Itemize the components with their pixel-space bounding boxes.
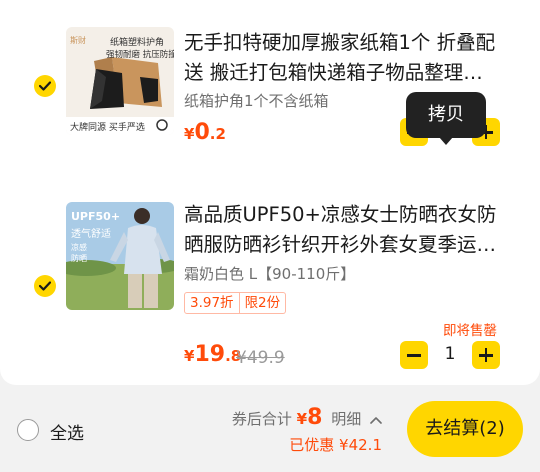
tooltip-arrow	[439, 137, 453, 145]
thumb-caption: 强韧耐磨 抗压防撞	[106, 50, 174, 60]
price-integer: 19	[194, 342, 226, 367]
increase-button[interactable]	[472, 341, 500, 369]
sku-selector[interactable]: 纸箱护角1个不含纸箱	[184, 90, 329, 111]
item-checkbox[interactable]	[34, 75, 56, 97]
minus-icon	[407, 354, 421, 357]
quantity-stepper: 1	[400, 341, 500, 369]
total-label: 券后合计	[231, 410, 292, 428]
copy-label: 拷贝	[428, 104, 464, 125]
original-price: ¥49.9	[236, 348, 285, 368]
thumb-caption: 纸箱塑料护角	[110, 38, 165, 48]
price: ¥0.2	[184, 120, 226, 145]
sku-selector[interactable]: 霜奶白色 L【90-110斤】	[184, 263, 355, 284]
thumb-banner: 大牌同源 买手严选	[70, 123, 145, 133]
price: ¥19.8	[184, 342, 241, 367]
thumb-badge: UPF50+	[71, 210, 121, 223]
price-decimal: .2	[209, 125, 226, 143]
price-integer: 0	[194, 120, 210, 145]
product-title[interactable]: 高品质UPF50+凉感女士防晒衣女防晒服防晒衫针织开衫外套女夏季运…	[184, 200, 502, 260]
quantity-value[interactable]: 1	[428, 344, 472, 364]
thumb-caption: 防晒	[71, 254, 87, 263]
copy-tooltip[interactable]: 拷贝	[406, 92, 486, 145]
discount-tag: 3.97折	[184, 292, 240, 314]
total-number: 8	[307, 405, 323, 430]
item-checkbox[interactable]	[34, 275, 56, 297]
checkout-button[interactable]: 去结算(2)	[407, 401, 523, 457]
select-all-label[interactable]: 全选	[50, 419, 84, 444]
select-all-radio[interactable]	[17, 419, 39, 441]
chevron-up-icon[interactable]	[370, 416, 382, 424]
thumb-brand: 斯财	[70, 36, 86, 45]
thumb-caption: 凉感	[71, 243, 87, 252]
total-currency: ¥	[296, 410, 308, 428]
price-currency: ¥	[184, 347, 195, 365]
total-amount: ¥8	[296, 405, 323, 430]
checkout-bar: 全选 券后合计 ¥8 明细 已优惠 ¥42.1 去结算(2)	[0, 385, 540, 472]
limit-tag: 限2份	[239, 292, 287, 314]
promo-tags: 3.97折 限2份	[184, 292, 287, 314]
cart-item: UPF50+ 透气舒适 凉感 防晒 高品质UPF50+凉感女士防晒衣女防晒服防晒…	[0, 196, 540, 376]
decrease-button[interactable]	[400, 341, 428, 369]
total-summary[interactable]: 券后合计 ¥8 明细	[232, 405, 382, 430]
checkmark-icon	[39, 81, 51, 91]
selling-out-notice: 即将售罄	[443, 323, 497, 339]
cart-panel: 纸箱塑料护角 强韧耐磨 抗压防撞 斯财 大牌同源 买手严选 无手扣特硬加厚搬家纸…	[0, 0, 540, 385]
product-title[interactable]: 无手扣特硬加厚搬家纸箱1个 折叠配送 搬迁打包箱快递箱子物品整理…	[184, 28, 502, 88]
discount-amount: 已优惠 ¥42.1	[289, 436, 382, 454]
product-image[interactable]: UPF50+ 透气舒适 凉感 防晒	[66, 202, 174, 310]
checkmark-icon	[39, 281, 51, 291]
detail-link[interactable]: 明细	[331, 410, 361, 428]
product-image[interactable]: 纸箱塑料护角 强韧耐磨 抗压防撞 斯财 大牌同源 买手严选	[66, 27, 174, 135]
price-currency: ¥	[184, 125, 195, 143]
cart-item: 纸箱塑料护角 强韧耐磨 抗压防撞 斯财 大牌同源 买手严选 无手扣特硬加厚搬家纸…	[0, 20, 540, 160]
thumb-caption: 透气舒适	[71, 229, 111, 240]
